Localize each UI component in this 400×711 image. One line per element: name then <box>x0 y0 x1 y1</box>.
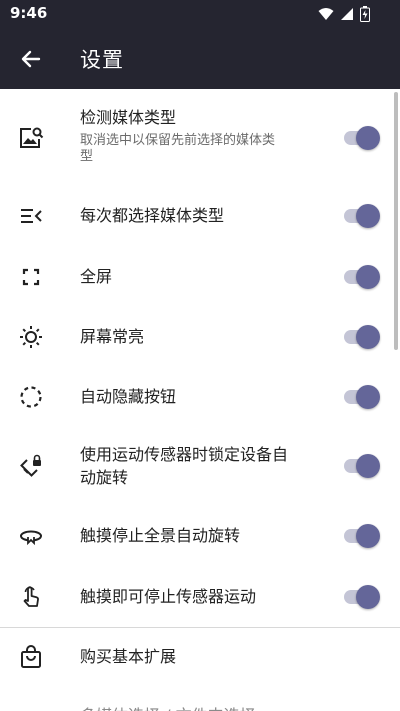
arrow-back-icon <box>21 50 41 68</box>
setting-label: 触摸即可停止传感器运动 <box>80 587 257 606</box>
setting-fullscreen[interactable]: 全屏 <box>0 247 400 307</box>
page-title: 设置 <box>80 48 124 72</box>
screen-lock-rotation-icon <box>16 451 46 481</box>
setting-label: 自动隐藏按钮 <box>80 387 177 406</box>
setting-label: 每次都选择媒体类型 <box>80 206 225 225</box>
fullscreen-toggle[interactable] <box>344 262 380 292</box>
detect-media-type-toggle[interactable] <box>344 123 380 153</box>
toggle-thumb <box>356 585 380 609</box>
setting-label: 检测媒体类型 <box>80 108 177 127</box>
toggle-thumb <box>356 524 380 548</box>
status-bar: 9:46 <box>0 0 400 28</box>
setting-detect-media-type[interactable]: 检测媒体类型 取消选中以保留先前选择的媒体类 型 <box>0 89 400 185</box>
setting-label: 全屏 <box>80 267 113 286</box>
setting-label: 触摸停止全景自动旋转 <box>80 526 241 545</box>
buy-extension-item[interactable]: 购买基本扩展 <box>0 628 400 688</box>
toggle-thumb <box>356 204 380 228</box>
choose-media-type-toggle[interactable] <box>344 201 380 231</box>
status-time: 9:46 <box>10 4 48 22</box>
auto-hide-buttons-toggle[interactable] <box>344 382 380 412</box>
toggle-thumb <box>356 126 380 150</box>
setting-label: 屏幕常亮 <box>80 327 145 346</box>
toggle-thumb <box>356 265 380 289</box>
back-button[interactable] <box>16 44 46 74</box>
toggle-thumb <box>356 385 380 409</box>
setting-stop-sensor-motion[interactable]: 触摸即可停止传感器运动 <box>0 567 400 627</box>
setting-description-cont: 型 <box>80 149 94 164</box>
setting-label-cont: 动旋转 <box>80 468 129 487</box>
wifi-icon <box>318 8 334 20</box>
touch-app-icon <box>16 582 46 612</box>
shopping-bag-icon <box>16 642 46 672</box>
image-search-icon <box>16 123 46 153</box>
setting-lock-rotation[interactable]: 使用运动传感器时锁定设备自 动旋转 <box>0 427 400 505</box>
app-bar: 设置 <box>0 28 400 89</box>
stop-sensor-motion-toggle[interactable] <box>344 582 380 612</box>
list-choose-icon <box>16 201 46 231</box>
buy-extension-label: 购买基本扩展 <box>80 647 177 666</box>
scrollbar[interactable] <box>394 92 398 350</box>
fullscreen-icon <box>16 262 46 292</box>
status-icons <box>318 6 370 22</box>
toggle-thumb <box>356 454 380 478</box>
panorama-rotate-icon <box>16 521 46 551</box>
setting-screen-on[interactable]: 屏幕常亮 <box>0 307 400 367</box>
stop-auto-rotate-toggle[interactable] <box>344 521 380 551</box>
setting-choose-media-type[interactable]: 每次都选择媒体类型 <box>0 185 400 247</box>
screen-on-toggle[interactable] <box>344 322 380 352</box>
setting-auto-hide-buttons[interactable]: 自动隐藏按钮 <box>0 367 400 427</box>
battery-icon <box>360 6 370 22</box>
brightness-icon <box>16 322 46 352</box>
setting-stop-auto-rotate[interactable]: 触摸停止全景自动旋转 <box>0 505 400 567</box>
toggle-thumb <box>356 325 380 349</box>
signal-icon <box>341 8 353 20</box>
setting-description: 取消选中以保留先前选择的媒体类 <box>80 133 276 148</box>
lock-rotation-toggle[interactable] <box>344 451 380 481</box>
dashed-circle-icon <box>16 382 46 412</box>
partial-next-item: 多媒体选择 / 文件夹选择 <box>80 702 256 711</box>
setting-label: 使用运动传感器时锁定设备自 <box>80 445 289 464</box>
